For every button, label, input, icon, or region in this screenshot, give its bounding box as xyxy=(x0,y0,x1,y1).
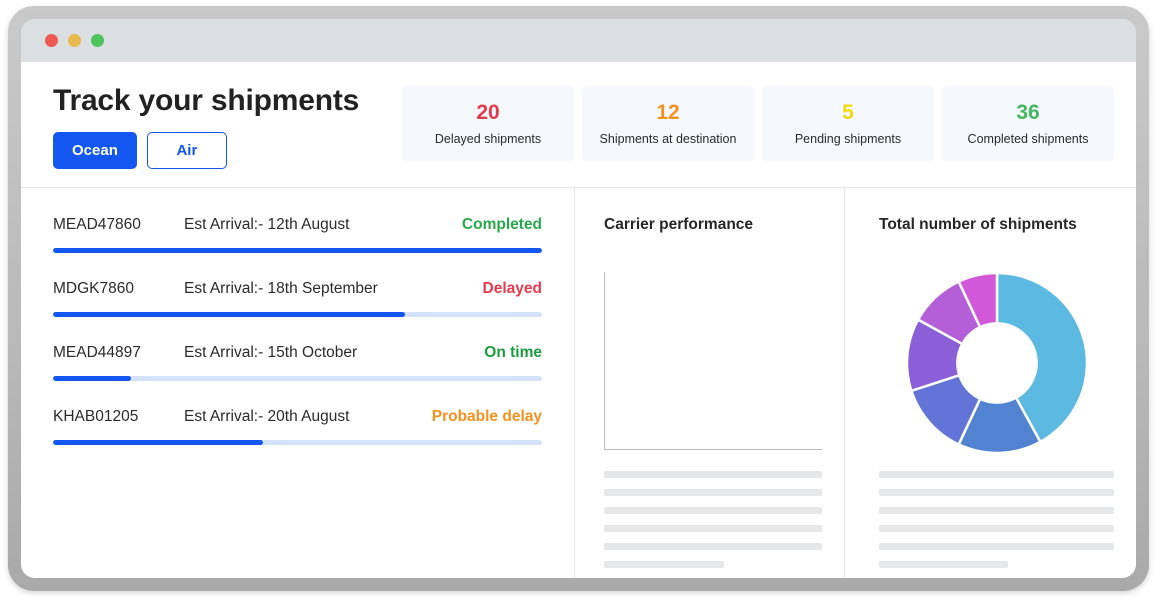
shipment-progress-track xyxy=(53,440,542,445)
stat-value-pending: 5 xyxy=(842,100,854,124)
tab-ocean[interactable]: Ocean xyxy=(53,132,137,169)
shipment-progress-fill xyxy=(53,248,542,253)
total-shipments-panel: Total number of shipments xyxy=(844,188,1136,578)
table-row[interactable]: MDGK7860 Est Arrival:- 18th September De… xyxy=(53,280,542,317)
bar-chart-axes xyxy=(604,272,822,450)
skeleton-line xyxy=(879,471,1114,478)
shipment-id: MEAD44897 xyxy=(53,344,141,361)
table-row[interactable]: MEAD44897 Est Arrival:- 15th October On … xyxy=(53,344,542,381)
status-badge: On time xyxy=(484,344,542,361)
header-left: Track your shipments Ocean Air xyxy=(53,84,359,169)
shipment-progress-fill xyxy=(53,376,132,381)
shipment-id: KHAB01205 xyxy=(53,408,139,425)
total-shipments-title: Total number of shipments xyxy=(879,216,1077,233)
skeleton-line xyxy=(879,525,1114,532)
carrier-performance-chart xyxy=(604,272,822,457)
table-row[interactable]: KHAB01205 Est Arrival:- 20th August Prob… xyxy=(53,408,542,445)
total-shipments-chart xyxy=(879,272,1114,457)
dashboard-columns: MEAD47860 Est Arrival:- 12th August Comp… xyxy=(21,188,1136,578)
shipment-row-header: KHAB01205 Est Arrival:- 20th August Prob… xyxy=(53,408,542,426)
stat-card-completed[interactable]: 36 Completed shipments xyxy=(942,86,1114,161)
skeleton-line xyxy=(604,507,822,514)
browser-window-inner: Track your shipments Ocean Air 20 Delaye… xyxy=(21,19,1136,578)
stat-card-delayed[interactable]: 20 Delayed shipments xyxy=(402,86,574,161)
tab-air[interactable]: Air xyxy=(146,132,227,169)
close-window-dot[interactable] xyxy=(45,34,58,47)
skeleton-line xyxy=(604,561,724,568)
carrier-skeleton-lines xyxy=(604,471,822,568)
status-badge: Delayed xyxy=(482,280,542,297)
window-titlebar xyxy=(21,19,1136,62)
stat-label-completed: Completed shipments xyxy=(967,131,1089,146)
skeleton-line xyxy=(879,489,1114,496)
total-skeleton-lines xyxy=(879,471,1114,568)
stat-card-pending[interactable]: 5 Pending shipments xyxy=(762,86,934,161)
skeleton-line xyxy=(604,543,822,550)
stat-value-completed: 36 xyxy=(1016,100,1040,124)
shipment-row-header: MDGK7860 Est Arrival:- 18th September De… xyxy=(53,280,542,298)
carrier-performance-panel: Carrier performance xyxy=(574,188,844,578)
shipment-id: MEAD47860 xyxy=(53,216,141,233)
page-header: Track your shipments Ocean Air 20 Delaye… xyxy=(21,62,1136,169)
shipment-row-header: MEAD44897 Est Arrival:- 15th October On … xyxy=(53,344,542,362)
shipment-eta: Est Arrival:- 15th October xyxy=(184,344,358,361)
shipment-row-header: MEAD47860 Est Arrival:- 12th August Comp… xyxy=(53,216,542,234)
shipment-progress-track xyxy=(53,248,542,253)
shipment-id: MDGK7860 xyxy=(53,280,134,297)
carrier-performance-title: Carrier performance xyxy=(604,216,754,233)
stat-value-delayed: 20 xyxy=(476,100,500,124)
shipment-eta: Est Arrival:- 18th September xyxy=(184,280,378,297)
shipment-progress-track xyxy=(53,376,542,381)
shipment-progress-fill xyxy=(53,312,406,317)
shipment-eta: Est Arrival:- 20th August xyxy=(184,408,350,425)
status-badge: Completed xyxy=(461,216,542,233)
shipment-eta: Est Arrival:- 12th August xyxy=(184,216,350,233)
donut-chart xyxy=(905,272,1088,454)
skeleton-line xyxy=(879,543,1114,550)
browser-window-frame: Track your shipments Ocean Air 20 Delaye… xyxy=(8,6,1149,591)
app-content: Track your shipments Ocean Air 20 Delaye… xyxy=(21,62,1136,578)
minimize-window-dot[interactable] xyxy=(68,34,81,47)
stat-label-at-destination: Shipments at destination xyxy=(599,131,737,146)
skeleton-line xyxy=(604,489,822,496)
transport-mode-tabs: Ocean Air xyxy=(53,132,359,169)
skeleton-line xyxy=(604,525,822,532)
shipment-progress-track xyxy=(53,312,542,317)
bar-groups xyxy=(613,272,816,449)
skeleton-line xyxy=(879,507,1114,514)
stat-card-at-destination[interactable]: 12 Shipments at destination xyxy=(582,86,754,161)
window-controls xyxy=(45,34,104,47)
stats-row: 20 Delayed shipments 12 Shipments at des… xyxy=(402,84,1114,161)
page-title: Track your shipments xyxy=(53,84,360,117)
table-row[interactable]: MEAD47860 Est Arrival:- 12th August Comp… xyxy=(53,216,542,253)
shipment-progress-fill xyxy=(53,440,264,445)
stat-label-pending: Pending shipments xyxy=(794,131,902,146)
skeleton-line xyxy=(604,471,822,478)
stat-value-at-destination: 12 xyxy=(656,100,680,124)
stat-label-delayed: Delayed shipments xyxy=(434,131,542,146)
maximize-window-dot[interactable] xyxy=(91,34,104,47)
status-badge: Probable delay xyxy=(431,408,542,425)
skeleton-line xyxy=(879,561,1009,568)
shipments-list: MEAD47860 Est Arrival:- 12th August Comp… xyxy=(21,188,574,578)
